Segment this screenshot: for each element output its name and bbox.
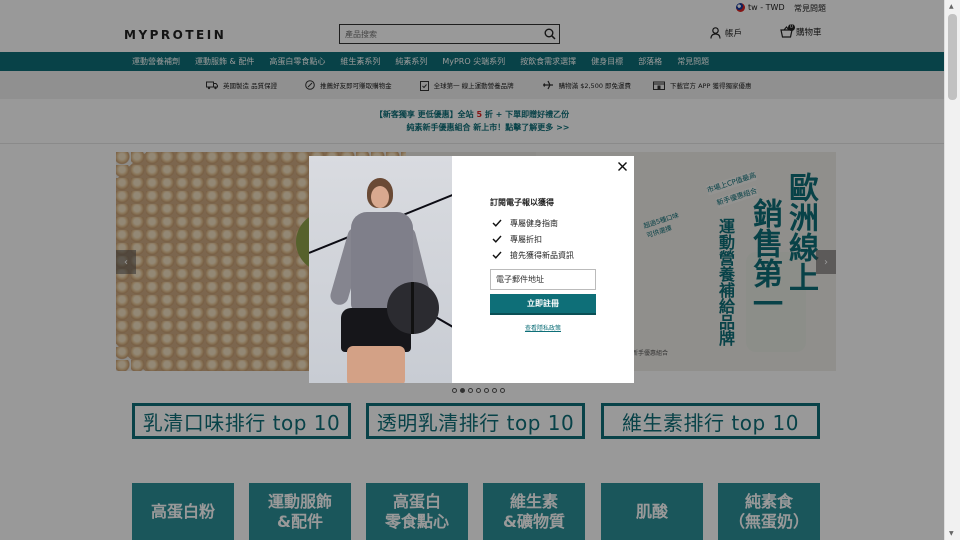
benefit-label: 專屬健身指南 xyxy=(510,218,558,228)
benefit-label: 專屬折扣 xyxy=(510,234,542,244)
athlete-with-medicine-ball-image xyxy=(309,156,452,383)
benefit-item: 搶先獲得新品資訊 xyxy=(492,247,574,263)
page-scrollbar[interactable]: ▲ ▼ xyxy=(944,0,960,540)
email-field[interactable] xyxy=(490,269,596,290)
check-icon xyxy=(492,219,502,227)
scroll-up-arrow-icon[interactable]: ▲ xyxy=(949,3,954,10)
close-icon xyxy=(617,161,627,171)
modal-content: 訂閱電子報以獲得 專屬健身指南 專屬折扣 搶先獲得新品資訊 立即註冊 查看隱私政… xyxy=(452,156,634,383)
check-icon xyxy=(492,235,502,243)
medicine-ball xyxy=(387,282,439,334)
scrollbar-thumb[interactable] xyxy=(948,14,957,100)
close-modal-button[interactable] xyxy=(616,160,628,172)
privacy-policy-link[interactable]: 查看隱私政策 xyxy=(490,323,596,332)
modal-title: 訂閱電子報以獲得 xyxy=(490,198,554,207)
signup-button[interactable]: 立即註冊 xyxy=(490,294,596,315)
newsletter-modal: 訂閱電子報以獲得 專屬健身指南 專屬折扣 搶先獲得新品資訊 立即註冊 查看隱私政… xyxy=(309,156,634,383)
athlete-legs xyxy=(347,346,405,383)
benefit-item: 專屬折扣 xyxy=(492,231,574,247)
scroll-down-arrow-icon[interactable]: ▼ xyxy=(949,530,954,537)
benefit-list: 專屬健身指南 專屬折扣 搶先獲得新品資訊 xyxy=(492,215,574,263)
benefit-label: 搶先獲得新品資訊 xyxy=(510,250,574,260)
athlete-face xyxy=(371,186,389,208)
benefit-item: 專屬健身指南 xyxy=(492,215,574,231)
check-icon xyxy=(492,251,502,259)
